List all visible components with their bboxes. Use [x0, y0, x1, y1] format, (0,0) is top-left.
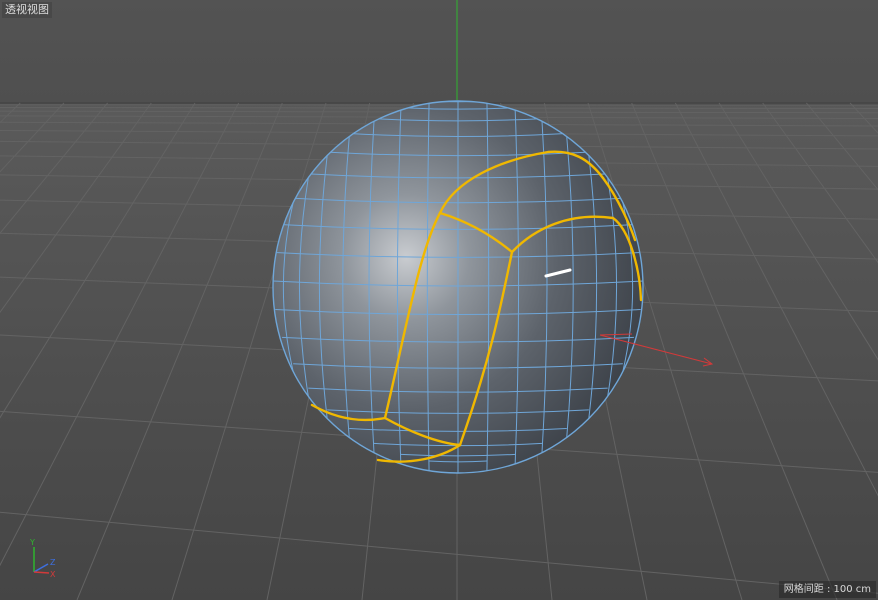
grid-spacing-readout: 网格间距 : 100 cm: [778, 581, 876, 598]
axis-gizmo-x-label: X: [50, 570, 56, 579]
perspective-viewport[interactable]: Y Z X 透视视图 网格间距 : 100 cm: [0, 0, 878, 600]
viewport-name-label[interactable]: 透视视图: [2, 2, 52, 18]
axis-gizmo-y-label: Y: [29, 538, 35, 547]
viewport-scene[interactable]: Y Z X: [0, 0, 878, 600]
axis-gizmo-z-label: Z: [50, 558, 56, 567]
